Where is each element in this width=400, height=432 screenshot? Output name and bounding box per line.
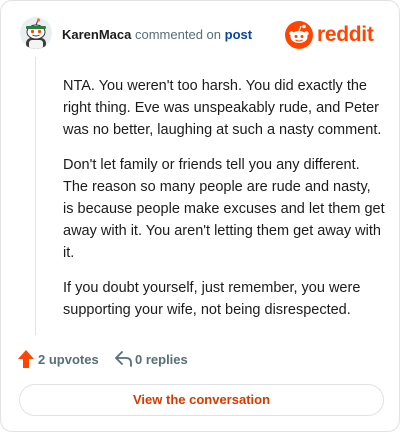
reply-arrow-icon [115, 351, 132, 367]
reddit-logo-icon [285, 21, 313, 49]
post-link[interactable]: post [225, 27, 252, 42]
comment-header: KarenMaca commented on post reddit [20, 17, 383, 53]
byline-action-text: commented on [135, 27, 221, 42]
view-conversation-button[interactable]: View the conversation [19, 384, 384, 416]
comment-paragraph: Don't let family or friends tell you any… [63, 157, 385, 261]
username-link[interactable]: KarenMaca [62, 27, 131, 42]
comment-body: NTA. You weren't too harsh. You did exac… [63, 75, 385, 334]
brand-wordmark: reddit [317, 23, 374, 46]
snoo-avatar-icon [20, 17, 52, 49]
comment-paragraph: If you doubt yourself, just remember, yo… [63, 280, 361, 318]
user-avatar[interactable] [20, 17, 52, 49]
upvote-count: 2 upvotes [38, 352, 99, 367]
reddit-brand[interactable]: reddit [285, 21, 381, 49]
upvote-arrow-icon [18, 350, 34, 368]
comment-byline: KarenMaca commented on post [62, 27, 252, 43]
reply-count: 0 replies [135, 352, 188, 367]
comment-paragraph: NTA. You weren't too harsh. You did exac… [63, 78, 382, 138]
thread-line [35, 57, 36, 335]
reply-button[interactable]: 0 replies [115, 349, 205, 369]
upvote-button[interactable]: 2 upvotes [18, 349, 99, 369]
comment-embed-card: KarenMaca commented on post reddit NTA. … [0, 0, 400, 432]
